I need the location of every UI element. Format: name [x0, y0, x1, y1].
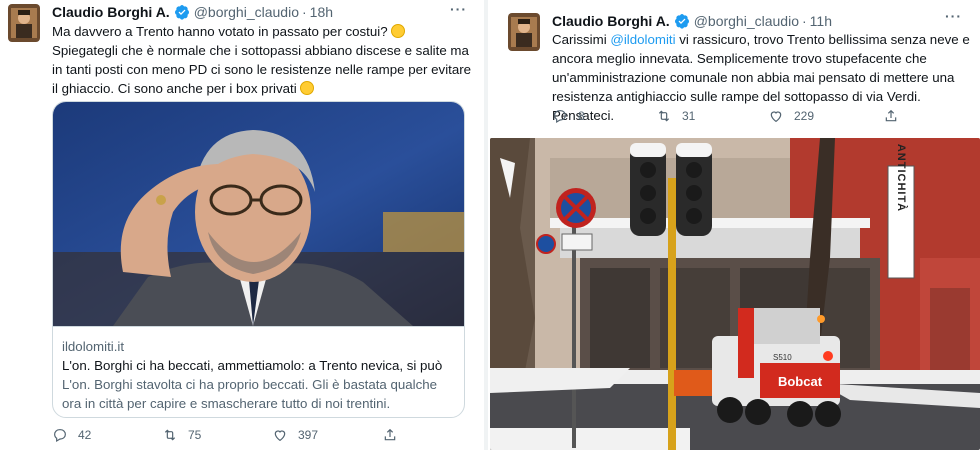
tweet-photo[interactable]: ANTICHITÀ Bobcat S510: [490, 138, 980, 450]
share-icon: [384, 428, 396, 441]
retweet-icon: [658, 110, 670, 122]
reply-count: 8: [578, 109, 585, 123]
tweet-header: Claudio Borghi A. @borghi_claudio · 18h: [52, 4, 333, 20]
verified-badge-icon: [674, 14, 689, 29]
author-handle[interactable]: @borghi_claudio: [694, 13, 799, 29]
tweet-time[interactable]: 18h: [310, 4, 333, 20]
tweet-text-start: Carissimi: [552, 32, 611, 47]
tweet-text: Ma davvero a Trento hanno votato in pass…: [52, 22, 472, 98]
tweet-header: Claudio Borghi A. @borghi_claudio · 11h: [552, 13, 832, 29]
author-name[interactable]: Claudio Borghi A.: [552, 13, 670, 29]
retweet-button[interactable]: 31: [656, 108, 768, 124]
like-button[interactable]: 229: [768, 108, 883, 124]
reply-icon: [554, 110, 566, 124]
avatar[interactable]: [508, 13, 540, 51]
like-count: 397: [298, 428, 319, 442]
share-button[interactable]: [883, 108, 899, 124]
verified-badge-icon: [174, 5, 189, 20]
hugging-emoji-icon: [300, 81, 315, 95]
separator-dot: ·: [301, 4, 307, 20]
card-domain: ildolomiti.it: [62, 339, 125, 354]
card-image[interactable]: [53, 102, 464, 326]
like-icon: [274, 430, 286, 442]
link-card[interactable]: ildolomiti.it L'on. Borghi ci ha beccati…: [52, 101, 465, 418]
card-description: L'on. Borghi stavolta ci ha proprio becc…: [62, 377, 438, 417]
retweet-count: 75: [188, 428, 202, 442]
reply-count: 42: [78, 428, 92, 442]
share-button[interactable]: [382, 427, 398, 443]
vehicle-brand-text: Bobcat: [778, 374, 823, 389]
reply-button[interactable]: 8: [552, 108, 656, 124]
card-body[interactable]: ildolomiti.it L'on. Borghi ci ha beccati…: [53, 326, 464, 417]
author-name[interactable]: Claudio Borghi A.: [52, 4, 170, 20]
action-bar: 8 31 229: [552, 108, 952, 124]
reply-button[interactable]: 42: [52, 427, 162, 443]
action-bar: 42 75 397: [52, 427, 452, 443]
like-count: 229: [794, 109, 815, 123]
tweet-text-line2: Spiegategli che è normale che i sottopas…: [52, 43, 472, 96]
column-divider: [484, 0, 488, 450]
retweet-button[interactable]: 75: [162, 427, 272, 443]
shop-sign-text: ANTICHITÀ: [895, 144, 908, 212]
mention-link[interactable]: @ildolomiti: [610, 32, 675, 47]
card-title: L'on. Borghi ci ha beccati, ammettiamolo…: [62, 358, 443, 373]
author-handle[interactable]: @borghi_claudio: [194, 4, 299, 20]
avatar[interactable]: [8, 4, 40, 42]
tweet-left[interactable]: Claudio Borghi A. @borghi_claudio · 18h …: [0, 0, 482, 450]
reply-icon: [54, 429, 66, 443]
more-icon[interactable]: ···: [450, 1, 467, 17]
vehicle-number-text: S510: [773, 353, 792, 362]
tweet-text-line1: Ma davvero a Trento hanno votato in pass…: [52, 24, 388, 39]
tweet-time[interactable]: 11h: [810, 13, 832, 29]
like-icon: [770, 111, 782, 123]
tweet-right[interactable]: Claudio Borghi A. @borghi_claudio · 11h …: [490, 0, 980, 450]
retweet-count: 31: [682, 109, 696, 123]
separator-dot: ·: [801, 13, 807, 29]
grinning-emoji-icon: [391, 24, 406, 38]
retweet-icon: [164, 429, 176, 441]
more-icon[interactable]: ···: [945, 8, 962, 24]
share-icon: [885, 109, 897, 122]
like-button[interactable]: 397: [272, 427, 382, 443]
